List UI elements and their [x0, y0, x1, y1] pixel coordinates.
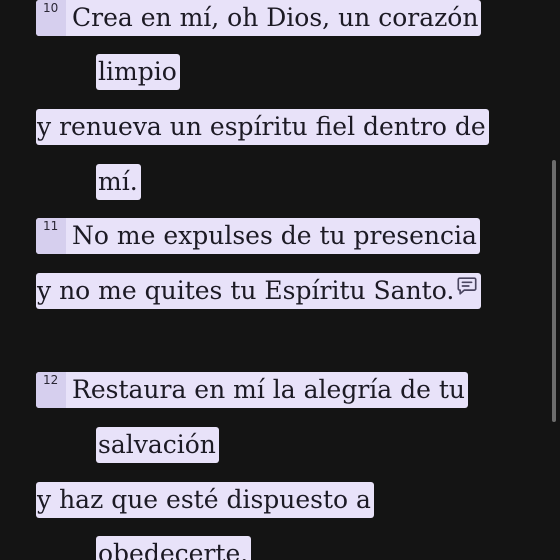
verse-text: y no me quites tu Espíritu Santo. [37, 276, 455, 305]
verse-text: y renueva un espíritu fiel dentro de [37, 112, 486, 141]
verse-number-10[interactable]: 10 [36, 0, 66, 36]
verse-text: mí. [98, 167, 138, 196]
scrollbar[interactable] [552, 160, 556, 422]
note-comment-icon[interactable] [456, 275, 478, 297]
verse-text: limpio [98, 57, 177, 86]
verse-10-line-1[interactable]: 10 Crea en mí, oh Dios, un corazón [36, 0, 482, 36]
verse-number-11[interactable]: 11 [36, 218, 66, 254]
verse-text: Restaura en mí la alegría de tu [72, 375, 466, 404]
verse-10-line-3[interactable]: y renueva un espíritu fiel dentro de [36, 109, 489, 145]
verse-10-line-2[interactable]: limpio [96, 54, 180, 90]
verse-text: salvación [98, 430, 216, 459]
verse-11-line-1[interactable]: 11 No me expulses de tu presencia [36, 218, 480, 254]
bible-reader: 10 Crea en mí, oh Dios, un corazón limpio… [0, 0, 560, 560]
verse-12-line-3[interactable]: y haz que esté dispuesto a [36, 482, 374, 518]
verse-number-12[interactable]: 12 [36, 372, 66, 408]
verse-text: y haz que esté dispuesto a [37, 485, 371, 514]
verse-12-line-2[interactable]: salvación [96, 427, 219, 463]
verse-text: No me expulses de tu presencia [72, 221, 477, 250]
verse-11-line-2[interactable]: y no me quites tu Espíritu Santo. [36, 273, 482, 309]
verse-text: obedecerte. [98, 539, 249, 560]
verse-10-line-4[interactable]: mí. [96, 164, 141, 200]
verse-12-line-4[interactable]: obedecerte. [96, 536, 252, 560]
verse-12-line-1[interactable]: 12 Restaura en mí la alegría de tu [36, 372, 469, 408]
verse-text: Crea en mí, oh Dios, un corazón [72, 3, 479, 32]
